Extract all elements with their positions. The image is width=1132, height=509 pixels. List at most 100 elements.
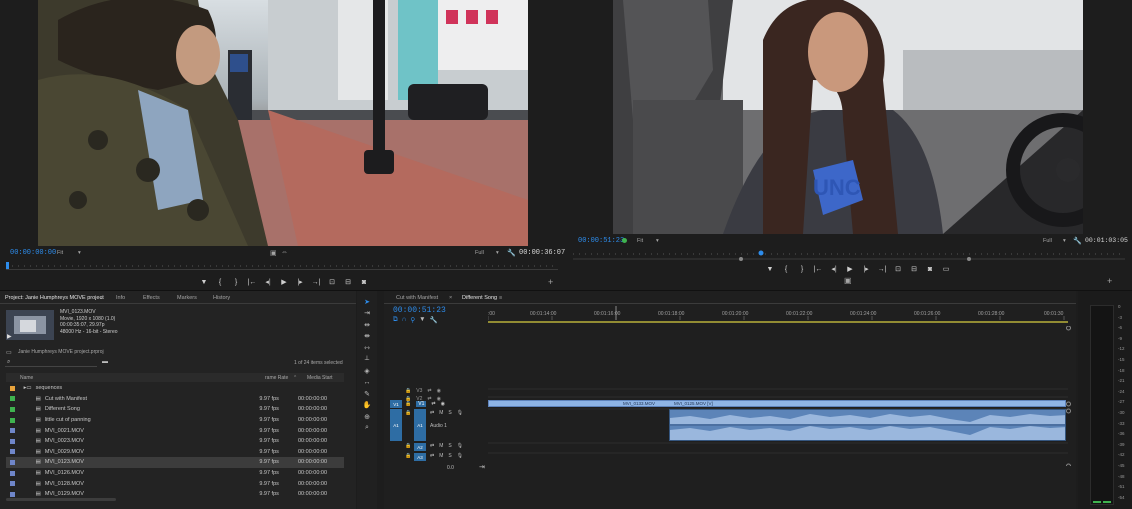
timeline-timecode[interactable]: 00:00:51:23: [393, 306, 446, 315]
program-quality-select[interactable]: Full: [1043, 238, 1052, 244]
hand-tool-icon[interactable]: ✋: [362, 400, 372, 410]
mark-in-icon[interactable]: {: [212, 277, 228, 287]
close-icon[interactable]: ×: [449, 295, 452, 301]
microphone-icon[interactable]: 🎙: [457, 410, 463, 416]
sync-icon[interactable]: ⇄: [430, 410, 434, 416]
mark-in-icon[interactable]: {: [778, 264, 794, 274]
rolling-edit-tool-icon[interactable]: ⇼: [362, 331, 372, 341]
label-color-chip[interactable]: [10, 449, 15, 455]
source-time-ruler[interactable]: [6, 262, 558, 270]
play-icon[interactable]: ▶: [276, 277, 292, 287]
step-back-icon[interactable]: ◂|: [260, 277, 276, 287]
microphone-icon[interactable]: 🎙: [457, 453, 463, 459]
label-color-chip[interactable]: [10, 459, 15, 465]
tab-sequence-different-song[interactable]: Different Song: [462, 295, 497, 301]
track-label-a3[interactable]: A3: [414, 453, 426, 461]
source-fit-select[interactable]: Fit: [57, 250, 63, 256]
snap-icon[interactable]: ∩: [402, 316, 407, 324]
track-select-tool-icon[interactable]: ⇥: [362, 308, 372, 318]
export-frame-icon[interactable]: ◙: [922, 264, 938, 274]
list-item[interactable]: ▤ Different Song 9.97 fps 00:00:00:00: [6, 404, 344, 415]
eye-icon[interactable]: ◉: [437, 388, 441, 394]
solo-button[interactable]: S: [448, 453, 451, 459]
search-field[interactable]: ⌕: [5, 358, 97, 367]
mark-out-icon[interactable]: }: [794, 264, 810, 274]
label-color-chip[interactable]: [10, 481, 15, 487]
mute-button[interactable]: M: [439, 410, 443, 416]
zoom-tool-icon[interactable]: ⊕: [362, 412, 372, 422]
step-forward-icon[interactable]: |▸: [292, 277, 308, 287]
step-back-icon[interactable]: ◂|: [826, 264, 842, 274]
sync-icon[interactable]: ⇄: [430, 443, 434, 449]
list-item[interactable]: ▤ MVI_0128.MOV 9.97 fps 00:00:00:00: [6, 478, 344, 489]
export-frame-icon[interactable]: ◙: [356, 277, 372, 287]
solo-button[interactable]: S: [448, 443, 451, 449]
source-patch-v1[interactable]: V1: [390, 400, 402, 408]
selection-tool-icon[interactable]: ➤: [362, 297, 372, 307]
source-timecode[interactable]: 00:00:00:00: [10, 249, 56, 257]
sort-icon[interactable]: ⌃: [293, 375, 297, 381]
insert-icon[interactable]: ⇔: [281, 249, 288, 256]
eye-icon[interactable]: ◉: [441, 401, 445, 407]
list-item[interactable]: ▤ Cut with Manifest 9.97 fps 00:00:00:00: [6, 394, 344, 405]
mute-button[interactable]: M: [439, 453, 443, 459]
source-patch-a1[interactable]: A1: [390, 409, 402, 441]
lock-icon[interactable]: 🔒: [405, 388, 411, 394]
program-time-ruler[interactable]: [573, 249, 1125, 261]
add-marker-icon[interactable]: ▼: [419, 316, 425, 324]
mark-out-icon[interactable]: }: [228, 277, 244, 287]
linked-selection-icon[interactable]: ⚲: [410, 316, 415, 324]
wrench-icon[interactable]: 🔧: [1073, 237, 1082, 245]
chevron-down-icon[interactable]: ▾: [656, 238, 659, 244]
audio-clip-track-a1[interactable]: [669, 409, 1066, 441]
video-clip-track-v1[interactable]: MVI_0133.MOV MVI_0125.MOV [V]: [488, 400, 1066, 407]
list-item[interactable]: ▸▭ sequences: [6, 383, 344, 394]
insert-clip-icon[interactable]: ⊡: [324, 277, 340, 287]
label-color-chip[interactable]: [10, 470, 15, 476]
play-icon[interactable]: ▶: [7, 333, 12, 340]
track-label-a2[interactable]: A2: [414, 443, 426, 451]
timeline-vertical-scroll[interactable]: [1066, 325, 1071, 469]
track-label-a1[interactable]: A1: [414, 409, 426, 441]
pen-tool-icon[interactable]: ✎: [362, 389, 372, 399]
rate-stretch-tool-icon[interactable]: ⇿: [362, 343, 372, 353]
label-color-chip[interactable]: [10, 396, 15, 402]
add-button-icon[interactable]: +: [548, 277, 553, 287]
zoom-tool-icon[interactable]: ⌕: [362, 423, 372, 433]
sync-icon[interactable]: ⇄: [427, 388, 431, 394]
add-button-icon[interactable]: +: [1107, 276, 1112, 286]
go-to-out-icon[interactable]: →|: [308, 277, 324, 287]
go-to-in-icon[interactable]: |←: [244, 277, 260, 287]
add-marker-icon[interactable]: ▼: [196, 277, 212, 287]
label-color-chip[interactable]: [10, 385, 15, 391]
razor-tool-icon[interactable]: ⟂: [362, 354, 372, 364]
sync-icon[interactable]: ⇄: [431, 401, 435, 407]
tab-sequence-cut-with-manifest[interactable]: Cut with Manifest: [396, 295, 438, 301]
list-item[interactable]: ▤ MVI_0123.MOV 9.97 fps 00:00:00:00: [6, 457, 344, 468]
tab-info[interactable]: Info: [116, 295, 125, 301]
column-name[interactable]: Name: [20, 375, 33, 381]
sync-icon[interactable]: ⇄: [430, 453, 434, 459]
menu-icon[interactable]: ≡: [499, 295, 502, 301]
label-color-chip[interactable]: [10, 438, 15, 444]
comparison-view-icon[interactable]: ▭: [938, 264, 954, 274]
wrench-icon[interactable]: 🔧: [507, 249, 516, 257]
lock-icon[interactable]: 🔒: [405, 410, 411, 416]
vr-view-icon[interactable]: ▣: [844, 276, 852, 285]
program-fit-select[interactable]: Fit: [637, 238, 643, 244]
step-forward-icon[interactable]: |▸: [858, 264, 874, 274]
nest-icon[interactable]: ⧉: [393, 316, 398, 324]
ripple-edit-tool-icon[interactable]: ⇹: [362, 320, 372, 330]
clip-thumbnail[interactable]: [6, 310, 54, 340]
go-to-out-icon[interactable]: →|: [874, 264, 890, 274]
column-media-start[interactable]: Media Start: [307, 375, 333, 381]
chevron-down-icon[interactable]: ▾: [496, 250, 499, 256]
list-item[interactable]: ▤ MVI_0029.MOV 9.97 fps 00:00:00:00: [6, 447, 344, 458]
go-to-in-icon[interactable]: |←: [810, 264, 826, 274]
label-color-chip[interactable]: [10, 491, 15, 497]
add-marker-icon[interactable]: ▼: [762, 264, 778, 274]
tab-markers[interactable]: Markers: [177, 295, 197, 301]
tab-project[interactable]: Project: Janie Humphreys MOVE project: [5, 295, 104, 301]
master-volume[interactable]: 0.0: [447, 465, 454, 471]
slip-tool-icon[interactable]: ◈: [362, 366, 372, 376]
